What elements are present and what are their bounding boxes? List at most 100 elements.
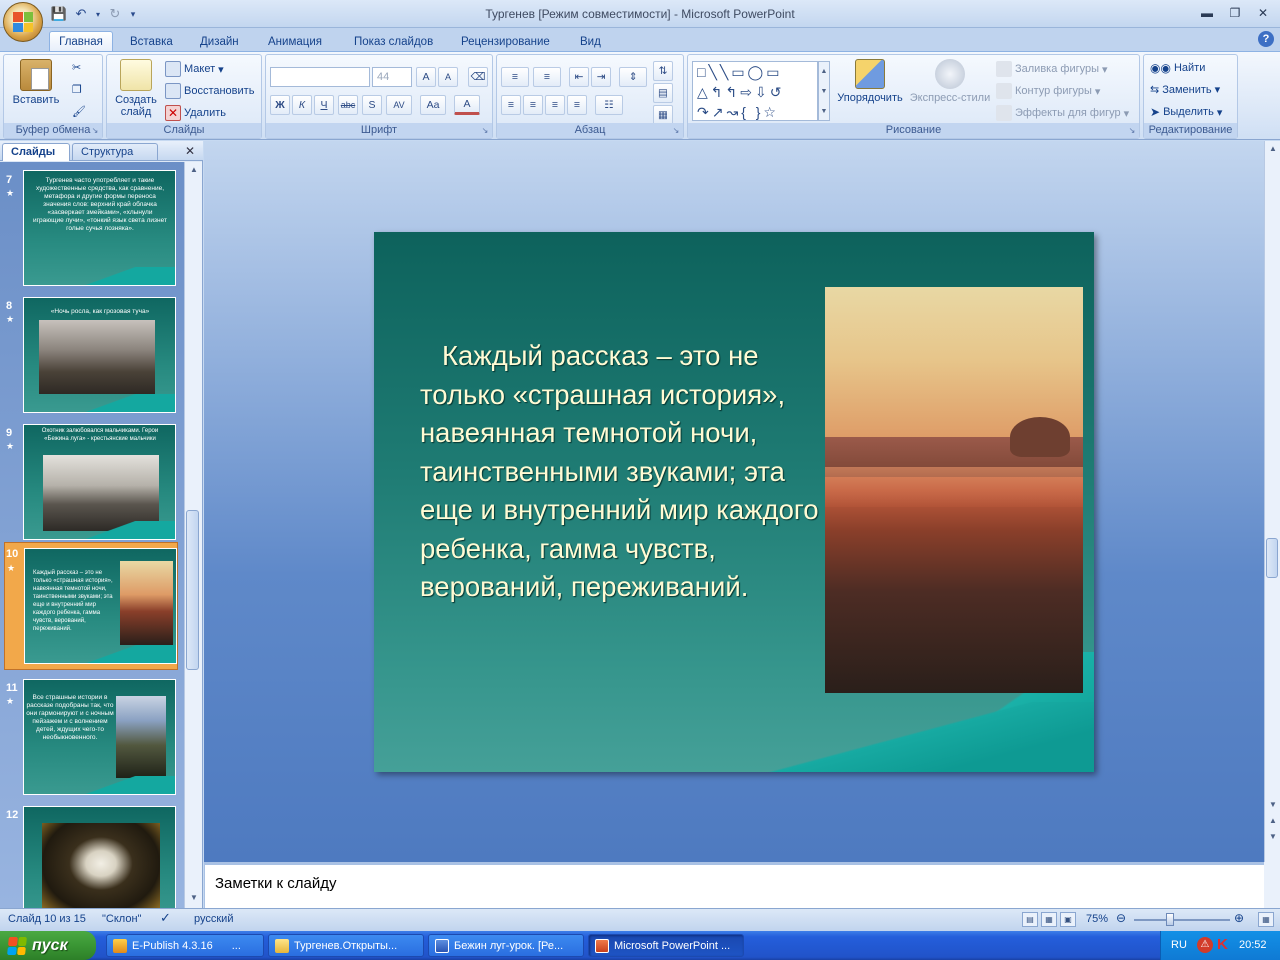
numbering-icon[interactable]: ≡: [533, 67, 561, 87]
drawing-launcher-icon[interactable]: ↘: [1127, 126, 1137, 136]
kaspersky-icon[interactable]: K: [1217, 936, 1228, 953]
layout-button[interactable]: Макет ▾: [165, 61, 224, 77]
font-name-field[interactable]: [270, 67, 370, 87]
zoom-in-icon[interactable]: ⊕: [1234, 911, 1244, 925]
strike-button[interactable]: abc: [338, 95, 358, 115]
shapes-gallery[interactable]: □╲╲▭◯▭ △↰↰⇨⇩↺ ↷↗↝{ }☆: [692, 61, 818, 121]
clear-format-icon[interactable]: ⌫: [468, 67, 488, 87]
font-launcher-icon[interactable]: ↘: [480, 126, 490, 136]
tab-slideshow[interactable]: Показ слайдов: [346, 31, 441, 52]
shape-fill-button[interactable]: Заливка фигуры ▾: [996, 61, 1108, 77]
align-center-icon[interactable]: ≡: [523, 95, 543, 115]
close-icon[interactable]: ✕: [1252, 4, 1274, 22]
task-folder[interactable]: Тургенев.Открыты...: [268, 934, 424, 957]
arrange-button[interactable]: Упорядочить: [832, 59, 908, 104]
scroll-down-icon[interactable]: ▼: [1265, 797, 1280, 813]
slides-panel-scroll-thumb[interactable]: [186, 510, 199, 670]
find-button[interactable]: ◉◉ Найти: [1150, 61, 1205, 75]
quick-styles-button[interactable]: Экспресс-стили: [908, 59, 992, 104]
slide-thumb-12[interactable]: 12: [0, 797, 184, 908]
grow-font-button[interactable]: A: [416, 67, 436, 87]
change-case-button[interactable]: Aa: [420, 95, 446, 115]
font-size-field[interactable]: 44: [372, 67, 412, 87]
slideshow-view-icon[interactable]: ▣: [1060, 912, 1076, 927]
format-painter-icon[interactable]: 🖌: [72, 105, 86, 118]
slide-thumb-8[interactable]: 8 ★ «Ночь росла, как грозовая туча»: [0, 288, 184, 415]
zoom-slider[interactable]: [1134, 919, 1230, 921]
shape-effects-button[interactable]: Эффекты для фигур ▾: [996, 105, 1129, 121]
normal-view-icon[interactable]: ▤: [1022, 912, 1038, 927]
italic-button[interactable]: К: [292, 95, 312, 115]
language-indicator[interactable]: русский: [194, 913, 233, 925]
close-panel-icon[interactable]: ✕: [185, 144, 195, 158]
underline-button[interactable]: Ч: [314, 95, 334, 115]
char-spacing-button[interactable]: AV: [386, 95, 412, 115]
shape-outline-button[interactable]: Контур фигуры ▾: [996, 83, 1100, 99]
slide-editor-scroll-thumb[interactable]: [1266, 538, 1278, 578]
scroll-up-icon[interactable]: ▲: [1265, 141, 1280, 157]
restore-icon[interactable]: ❐: [1224, 4, 1246, 22]
shapes-gallery-scroll[interactable]: ▲ ▼ ▼: [818, 61, 830, 121]
zoom-out-icon[interactable]: ⊖: [1116, 911, 1126, 925]
copy-icon[interactable]: ❐: [72, 83, 82, 96]
tab-insert[interactable]: Вставка: [122, 31, 181, 52]
scroll-up-icon[interactable]: ▲: [186, 162, 202, 178]
font-color-button[interactable]: A: [454, 95, 480, 115]
slide-landscape-photo[interactable]: [825, 287, 1083, 693]
replace-button[interactable]: ⇆ Заменить ▾: [1150, 83, 1220, 97]
bullets-icon[interactable]: ≡: [501, 67, 529, 87]
help-icon[interactable]: ?: [1258, 31, 1274, 47]
delete-slide-button[interactable]: ✕ Удалить: [165, 105, 226, 121]
new-slide-button[interactable]: Создать слайд: [111, 59, 161, 118]
zoom-level[interactable]: 75%: [1086, 913, 1108, 925]
next-slide-icon[interactable]: ▼: [1265, 829, 1280, 845]
tab-home[interactable]: Главная: [49, 31, 113, 52]
select-button[interactable]: ➤ Выделить ▾: [1150, 105, 1222, 119]
tab-outline[interactable]: Структура: [72, 143, 158, 161]
task-powerpoint[interactable]: Microsoft PowerPoint ...: [588, 934, 744, 957]
smartart-icon[interactable]: ▦: [653, 105, 673, 125]
paragraph-launcher-icon[interactable]: ↘: [671, 126, 681, 136]
slide-thumb-11[interactable]: 11 ★ Все страшные истории в рассказе под…: [0, 670, 184, 797]
slide-thumb-7[interactable]: 7 ★ Тургенев часто употребляет и такие х…: [0, 162, 184, 288]
previous-slide-icon[interactable]: ▲: [1265, 813, 1280, 829]
columns-icon[interactable]: ☷: [595, 95, 623, 115]
notes-pane[interactable]: Заметки к слайду: [204, 862, 1264, 908]
scroll-down-icon[interactable]: ▼: [186, 890, 202, 906]
current-slide[interactable]: Каждый рассказ – это не только «страшная…: [374, 232, 1094, 772]
tab-slides[interactable]: Слайды: [2, 143, 70, 161]
text-direction-icon[interactable]: ⇅: [653, 61, 673, 81]
cut-icon[interactable]: ✂: [72, 61, 81, 74]
clipboard-launcher-icon[interactable]: ↘: [90, 126, 100, 136]
slide-thumb-9[interactable]: 9 ★ Охотник залюбовался мальчиками. Геро…: [0, 415, 184, 542]
slide-body-text[interactable]: Каждый рассказ – это не только «страшная…: [420, 337, 820, 607]
align-text-icon[interactable]: ▤: [653, 83, 673, 103]
minimize-icon[interactable]: ▬: [1196, 4, 1218, 22]
input-language[interactable]: RU: [1171, 939, 1187, 951]
align-right-icon[interactable]: ≡: [545, 95, 565, 115]
office-button[interactable]: [3, 2, 43, 42]
shadow-button[interactable]: S: [362, 95, 382, 115]
tab-animation[interactable]: Анимация: [260, 31, 330, 52]
notes-scrollbar[interactable]: [1264, 862, 1280, 908]
paste-button[interactable]: Вставить: [12, 59, 60, 106]
task-epublish[interactable]: E-Publish 4.3.16 ...: [106, 934, 264, 957]
zoom-slider-knob[interactable]: [1166, 913, 1174, 926]
align-left-icon[interactable]: ≡: [501, 95, 521, 115]
antivirus-icon[interactable]: ⚠: [1197, 937, 1213, 953]
tab-review[interactable]: Рецензирование: [453, 31, 558, 52]
increase-indent-icon[interactable]: ⇥: [591, 67, 611, 87]
tab-design[interactable]: Дизайн: [192, 31, 247, 52]
tab-view[interactable]: Вид: [572, 31, 609, 52]
line-spacing-icon[interactable]: ⇕: [619, 67, 647, 87]
shrink-font-button[interactable]: A: [438, 67, 458, 87]
fit-to-window-icon[interactable]: ▦: [1258, 912, 1274, 927]
justify-icon[interactable]: ≡: [567, 95, 587, 115]
slide-editor-scrollbar[interactable]: ▲ ▼ ▲ ▼: [1264, 141, 1280, 862]
bold-button[interactable]: Ж: [270, 95, 290, 115]
spellcheck-icon[interactable]: ✓: [160, 910, 171, 926]
start-button[interactable]: пуск: [0, 931, 96, 960]
task-word[interactable]: Бежин луг-урок. [Ре...: [428, 934, 584, 957]
decrease-indent-icon[interactable]: ⇤: [569, 67, 589, 87]
reset-button[interactable]: Восстановить: [165, 83, 254, 99]
